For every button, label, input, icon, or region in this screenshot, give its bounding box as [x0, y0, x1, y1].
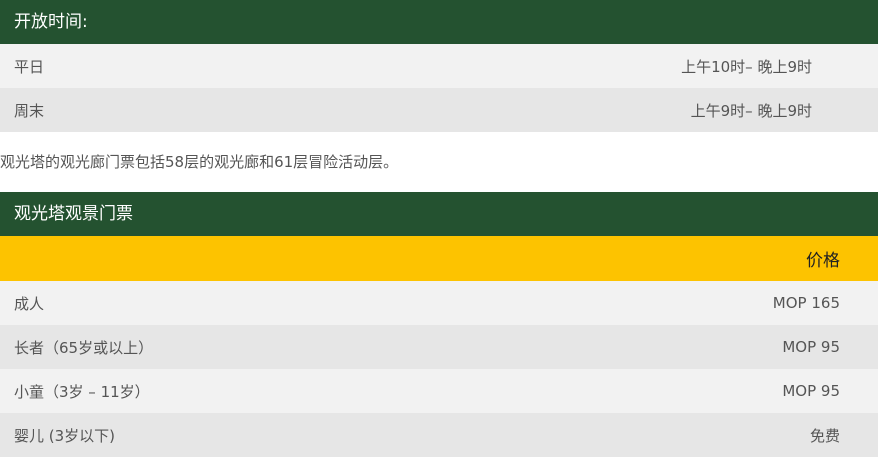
price-header-label: 价格	[806, 251, 840, 271]
ticket-price-value: MOP 95	[782, 382, 840, 400]
opening-hours-title: 开放时间:	[0, 0, 878, 44]
ticket-type-label: 长者（65岁或以上）	[14, 338, 154, 357]
price-column-header: 价格	[0, 236, 878, 281]
ticket-type-label: 小童（3岁 – 11岁）	[14, 382, 150, 401]
ticket-row-infant: 婴儿 (3岁以下) 免费	[0, 413, 878, 457]
hours-day-label: 周末	[14, 101, 45, 120]
opening-hours-table: 开放时间: 平日 上午10时– 晚上9时 周末 上午9时– 晚上9时	[0, 0, 878, 132]
hours-row-weekend: 周末 上午9时– 晚上9时	[0, 88, 878, 132]
ticket-row-child: 小童（3岁 – 11岁） MOP 95	[0, 369, 878, 413]
ticket-type-label: 婴儿 (3岁以下)	[14, 426, 116, 445]
hours-time-value: 上午9时– 晚上9时	[690, 101, 812, 120]
ticket-note: 观光塔的观光廊门票包括58层的观光廊和61层冒险活动层。	[0, 153, 399, 171]
ticket-row-adult: 成人 MOP 165	[0, 281, 878, 325]
ticket-price-value: MOP 95	[782, 338, 840, 356]
ticket-type-label: 成人	[14, 294, 45, 313]
hours-day-label: 平日	[14, 57, 45, 76]
ticket-table-title: 观光塔观景门票	[0, 192, 878, 236]
hours-row-weekday: 平日 上午10时– 晚上9时	[0, 44, 878, 88]
ticket-price-table: 观光塔观景门票 价格 成人 MOP 165 长者（65岁或以上） MOP 95 …	[0, 192, 878, 457]
hours-time-value: 上午10时– 晚上9时	[681, 57, 812, 76]
ticket-price-value: 免费	[809, 426, 840, 445]
ticket-price-value: MOP 165	[772, 294, 840, 312]
ticket-row-senior: 长者（65岁或以上） MOP 95	[0, 325, 878, 369]
